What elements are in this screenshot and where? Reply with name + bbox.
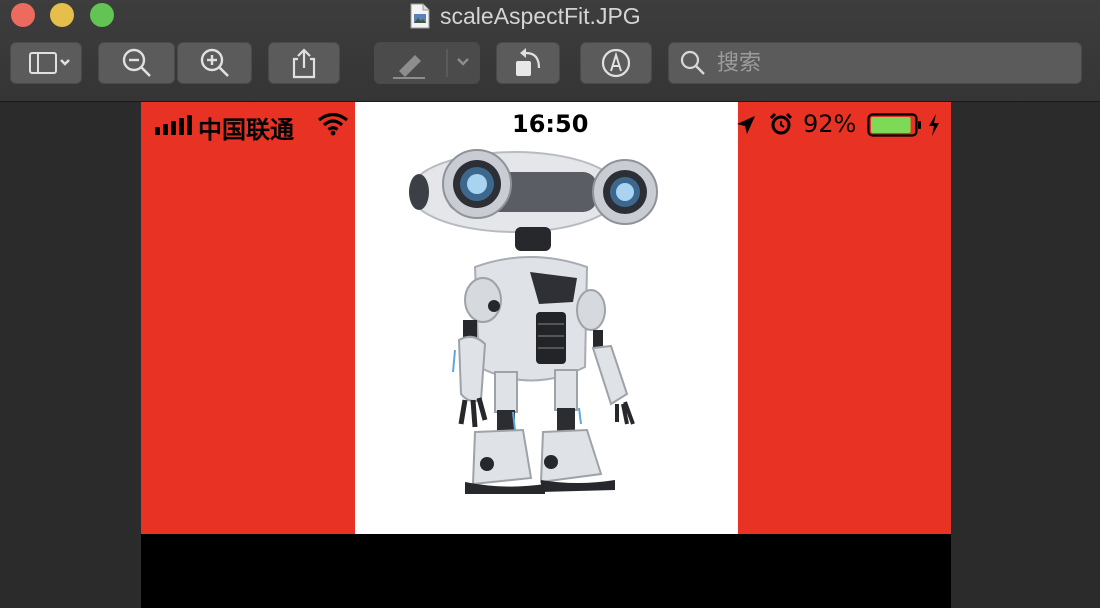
minimize-window-button[interactable]	[50, 3, 74, 27]
rotate-left-icon	[516, 48, 541, 76]
robot-image	[409, 149, 658, 494]
jpg-document-icon	[410, 3, 430, 29]
search-field[interactable]	[668, 42, 1082, 84]
image-viewport: 中国联通 16:50 92%	[0, 102, 1100, 608]
sidebar-toggle-button[interactable]	[10, 42, 82, 84]
zoom-out-button[interactable]	[98, 42, 175, 84]
preview-window: scaleAspectFit.JPG 搜索 中国联通 16:50 92%	[0, 0, 1100, 608]
sidebar-icon	[29, 52, 70, 74]
markup-button[interactable]	[580, 42, 652, 84]
zoom-in-icon	[200, 48, 229, 77]
cellular-signal-icon	[155, 115, 192, 135]
zoom-in-button[interactable]	[177, 42, 252, 84]
charging-bolt-icon	[929, 114, 939, 136]
share-icon	[292, 48, 316, 79]
search-input[interactable]	[715, 49, 1059, 77]
share-button[interactable]	[268, 42, 340, 84]
carrier-name: 中国联通	[198, 116, 294, 144]
battery-icon	[867, 113, 921, 137]
highlighter-icon	[393, 49, 469, 79]
status-time: 16:50	[512, 110, 589, 138]
markup-icon	[601, 48, 631, 78]
location-arrow-icon	[737, 116, 755, 134]
screenshot-image: 中国联通 16:50 92%	[141, 102, 951, 608]
title-bar: scaleAspectFit.JPG	[0, 0, 1100, 102]
phone-status-bar: 中国联通 16:50 92%	[141, 102, 951, 146]
highlighter-button[interactable]	[374, 42, 480, 84]
alarm-clock-icon	[769, 112, 793, 135]
window-title: scaleAspectFit.JPG	[410, 2, 641, 30]
zoom-out-icon	[122, 48, 151, 77]
close-window-button[interactable]	[11, 3, 35, 27]
zoom-window-button[interactable]	[90, 3, 114, 27]
wifi-icon	[318, 112, 348, 136]
window-title-text: scaleAspectFit.JPG	[440, 2, 641, 29]
battery-percent: 92%	[803, 110, 857, 138]
search-icon	[680, 50, 705, 75]
rotate-button[interactable]	[496, 42, 560, 84]
